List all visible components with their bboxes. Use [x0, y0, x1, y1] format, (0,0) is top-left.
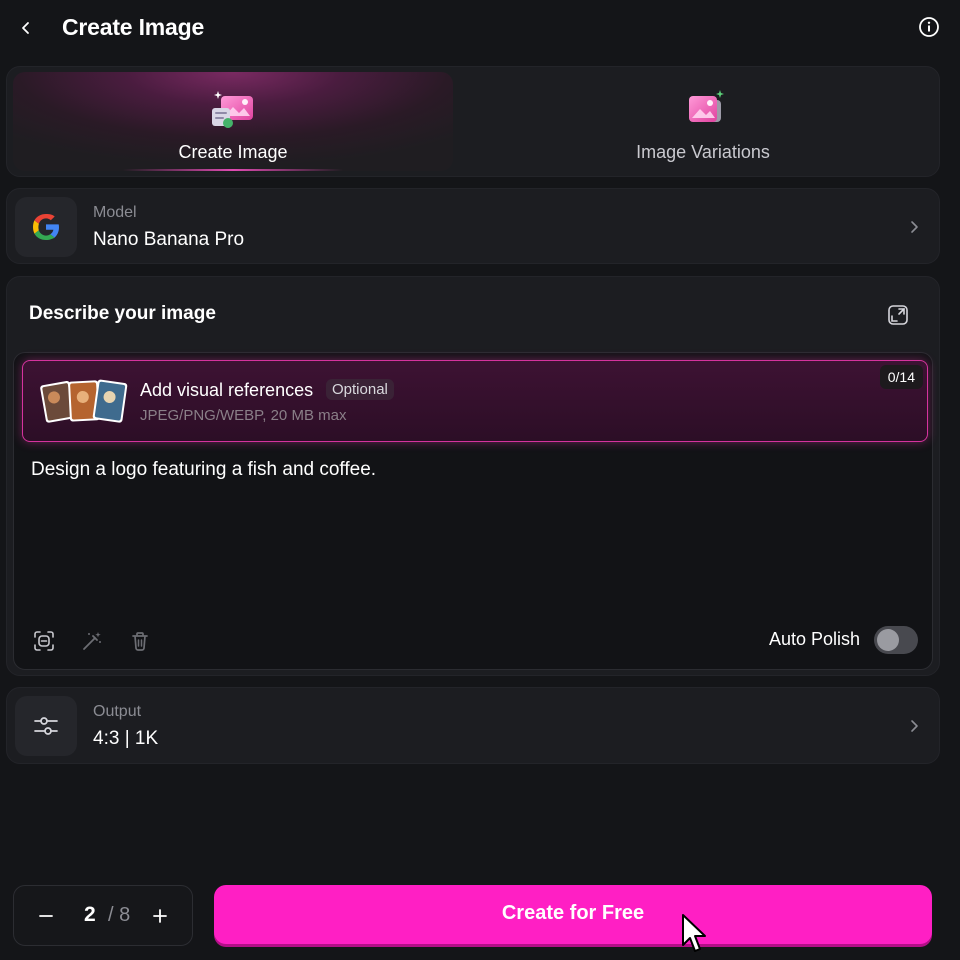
references-count: 0/14: [879, 365, 923, 389]
info-icon: [919, 17, 939, 37]
auto-polish-label: Auto Polish: [768, 629, 860, 649]
output-icon-box: [15, 696, 77, 756]
model-logo: [15, 197, 77, 257]
visual-references-upload[interactable]: Add visual references Optional JPEG/PNG/…: [22, 360, 928, 442]
describe-title: Describe your image: [29, 303, 216, 324]
info-button[interactable]: [916, 14, 942, 40]
create-image-icon: [212, 91, 253, 128]
tab-create-image[interactable]: Create Image: [13, 72, 453, 171]
magic-wand-icon[interactable]: [80, 629, 104, 653]
image-variations-icon: [689, 90, 724, 122]
tab-label: Create Image: [178, 142, 288, 162]
minus-icon[interactable]: [34, 904, 58, 928]
sliders-icon: [34, 717, 58, 735]
trash-icon[interactable]: [128, 629, 152, 653]
page-title: Create Image: [62, 14, 205, 40]
chevron-right-icon: [911, 720, 918, 732]
optional-badge: Optional: [326, 379, 394, 400]
model-selector[interactable]: Model Nano Banana Pro: [6, 188, 940, 264]
expand-icon[interactable]: [887, 304, 909, 326]
describe-card: Describe your image Add visual reference…: [6, 276, 940, 676]
tab-image-variations[interactable]: Image Variations: [471, 72, 935, 171]
chevron-right-icon: [911, 221, 918, 233]
model-value: Nano Banana Pro: [93, 229, 245, 250]
google-logo-icon: [33, 214, 59, 240]
tab-label: Image Variations: [636, 142, 770, 162]
quantity-stepper: 2 / 8: [13, 885, 193, 946]
output-caption: Output: [93, 703, 142, 720]
quantity-max: / 8: [108, 904, 131, 926]
back-button[interactable]: [12, 14, 40, 42]
auto-polish-toggle[interactable]: [874, 626, 918, 654]
output-settings[interactable]: Output 4:3 | 1K: [6, 687, 940, 764]
reference-thumbnails-icon: [40, 379, 128, 423]
plus-icon[interactable]: [148, 904, 172, 928]
references-subtitle: JPEG/PNG/WEBP, 20 MB max: [140, 407, 347, 424]
prompt-input[interactable]: Design a logo featuring a fish and coffe…: [31, 459, 376, 481]
create-button[interactable]: Create for Free: [214, 885, 932, 944]
output-value: 4:3 | 1K: [93, 728, 159, 749]
prompt-box: Add visual references Optional JPEG/PNG/…: [13, 352, 933, 670]
create-button-label: Create for Free: [501, 902, 645, 924]
chevron-left-icon: [22, 22, 29, 34]
model-caption: Model: [93, 204, 137, 221]
toggle-knob: [877, 629, 899, 651]
header: Create Image: [0, 0, 960, 58]
references-title: Add visual references: [140, 380, 314, 400]
mode-tabs: Create Image Image Variations: [6, 66, 940, 177]
scan-text-icon[interactable]: [32, 629, 56, 653]
quantity-value: 2: [84, 903, 96, 926]
mouse-cursor-icon: [682, 914, 706, 952]
